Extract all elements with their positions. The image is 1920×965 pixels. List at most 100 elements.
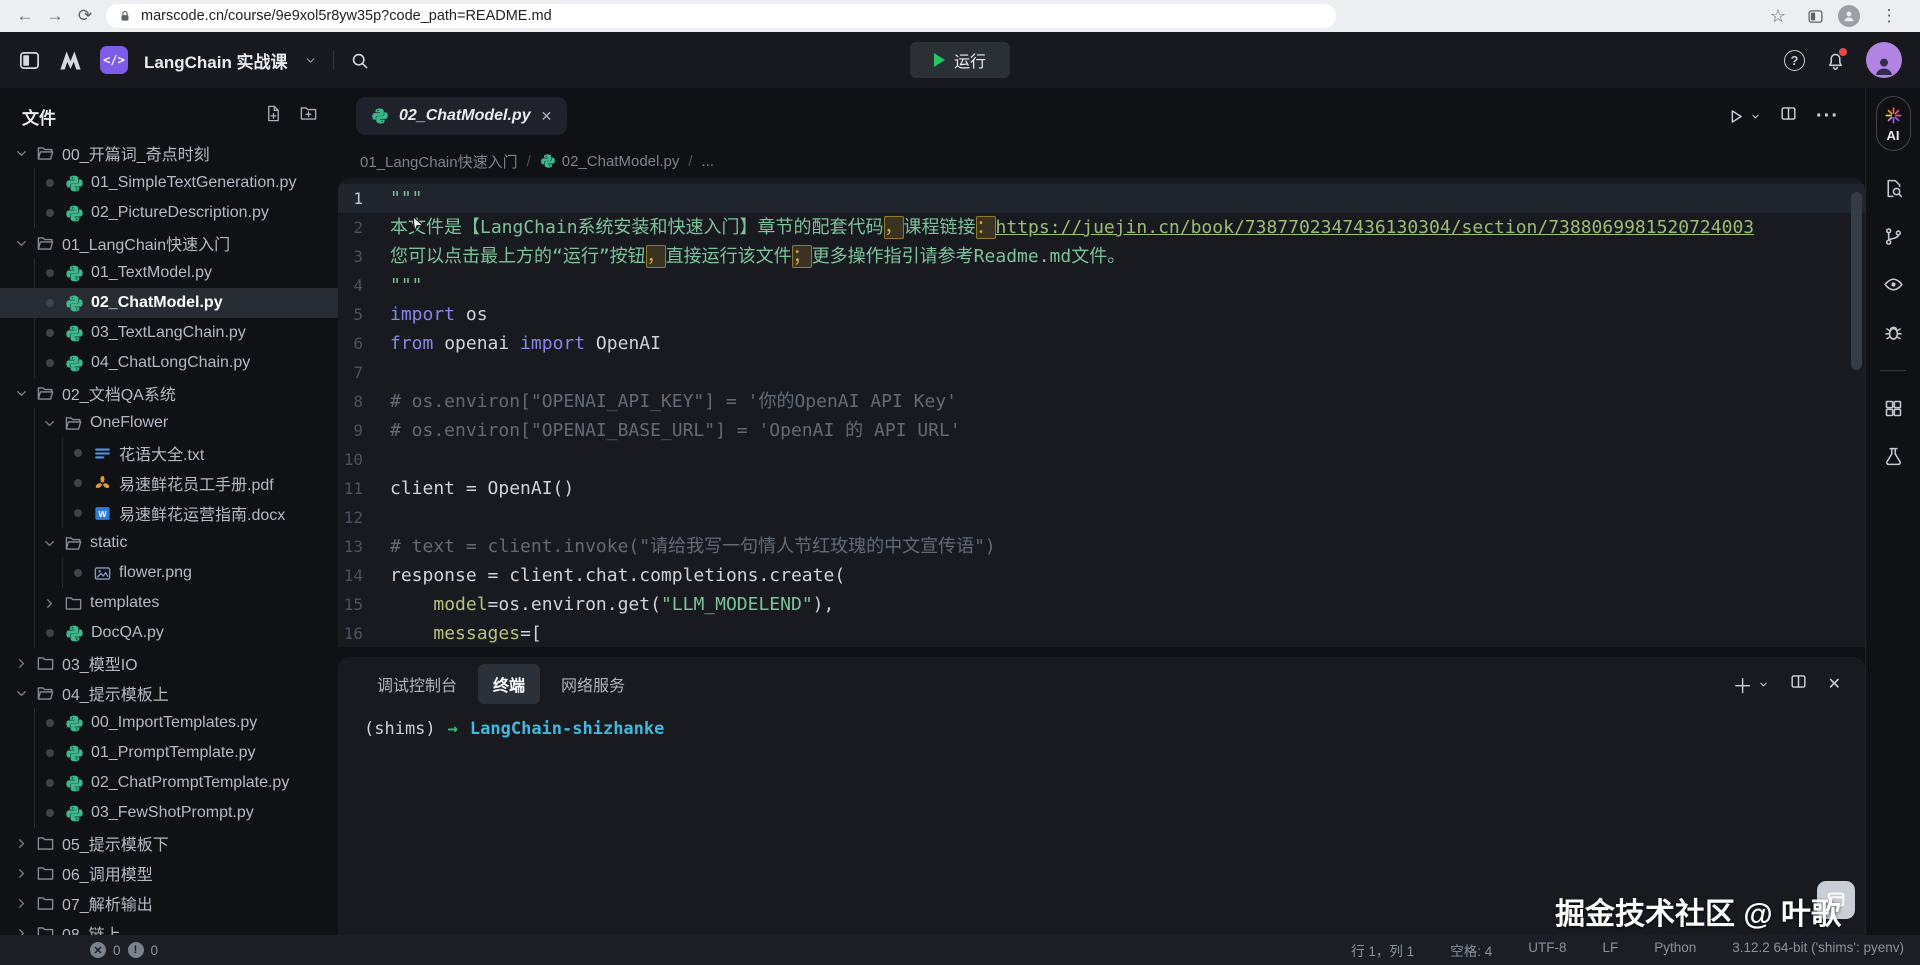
debug-bug-icon[interactable] [1883, 322, 1904, 343]
ai-assistant-button[interactable]: AI [1876, 96, 1911, 151]
split-panel-icon[interactable] [1789, 672, 1808, 696]
chevron-down-icon[interactable] [14, 236, 29, 251]
breadcrumb-item[interactable]: ... [702, 153, 715, 170]
chevron-down-icon[interactable] [42, 536, 57, 551]
git-branch-icon[interactable] [1883, 226, 1904, 247]
file-search-icon[interactable] [1883, 178, 1904, 199]
tree-file-row[interactable]: 02_ChatModel.py [0, 288, 338, 318]
code-line[interactable]: 12 [338, 503, 1865, 532]
status-item[interactable]: UTF-8 [1528, 940, 1566, 960]
tree-folder-row[interactable]: 06_调用模型 [0, 858, 338, 888]
tree-folder-row[interactable]: 02_文档QA系统 [0, 378, 338, 408]
tree-file-row[interactable]: 花语大全.txt [0, 438, 338, 468]
tree-file-row[interactable]: 04_ChatLongChain.py [0, 348, 338, 378]
code-line[interactable]: 15 model=os.environ.get("LLM_MODELEND"), [338, 590, 1865, 619]
tree-folder-row[interactable]: static [0, 528, 338, 558]
chevron-right-icon[interactable] [14, 836, 29, 851]
tab-close-icon[interactable]: ✕ [541, 108, 553, 125]
tree-folder-row[interactable]: 08_链上 [0, 918, 338, 935]
code-line[interactable]: 7 [338, 358, 1865, 387]
browser-profile-icon[interactable] [1838, 5, 1860, 27]
chevron-right-icon[interactable] [14, 656, 29, 671]
more-actions-icon[interactable]: ··· [1816, 105, 1839, 128]
browser-forward-icon[interactable]: → [40, 6, 70, 26]
chevron-right-icon[interactable] [14, 926, 29, 936]
browser-reload-icon[interactable]: ⟳ [70, 6, 100, 26]
user-avatar[interactable] [1866, 42, 1902, 78]
chevron-down-icon[interactable] [14, 686, 29, 701]
code-line[interactable]: 4""" [338, 271, 1865, 300]
panel-close-icon[interactable]: ✕ [1828, 674, 1841, 694]
code-line[interactable]: 9# os.environ["OPENAI_BASE_URL"] = 'Open… [338, 416, 1865, 445]
code-line[interactable]: 8# os.environ["OPENAI_API_KEY"] = '你的Ope… [338, 387, 1865, 416]
status-item[interactable]: Python [1654, 940, 1696, 960]
problems-indicator[interactable]: ✕ 0 ! 0 [90, 942, 158, 958]
code-editor[interactable]: 1"""2本文件是【LangChain系统安装和快速入门】章节的配套代码，课程链… [338, 178, 1865, 647]
preview-eye-icon[interactable] [1883, 274, 1904, 295]
side-panel-icon[interactable] [1807, 8, 1824, 25]
course-title[interactable]: LangChain 实战课 [144, 48, 288, 73]
terminal-dropdown-icon[interactable] [1758, 679, 1769, 690]
url-text[interactable]: marscode.cn/course/9e9xol5r8yw35p?code_p… [141, 8, 552, 24]
chevron-down-icon[interactable] [14, 146, 29, 161]
new-terminal-button[interactable]: ＋ [1733, 670, 1769, 699]
address-bar[interactable]: marscode.cn/course/9e9xol5r8yw35p?code_p… [106, 4, 1336, 28]
status-item[interactable]: 3.12.2 64-bit ('shims': pyenv) [1732, 940, 1904, 960]
notifications-bell-icon[interactable] [1825, 50, 1846, 71]
new-folder-icon[interactable] [299, 104, 318, 128]
chevron-right-icon[interactable] [42, 596, 57, 611]
tree-file-row[interactable]: 03_TextLangChain.py [0, 318, 338, 348]
tree-folder-row[interactable]: templates [0, 588, 338, 618]
tree-file-row[interactable]: 01_PromptTemplate.py [0, 738, 338, 768]
tree-file-row[interactable]: 易速鲜花运营指南.docx [0, 498, 338, 528]
new-file-icon[interactable] [264, 104, 283, 128]
course-chevron-icon[interactable] [304, 54, 317, 67]
panel-tab[interactable]: 网络服务 [546, 664, 640, 704]
chevron-down-icon[interactable] [14, 386, 29, 401]
breadcrumb-item[interactable]: 01_LangChain快速入门 [360, 151, 518, 172]
run-dropdown-icon[interactable] [1750, 111, 1761, 122]
tree-folder-row[interactable]: 01_LangChain快速入门 [0, 228, 338, 258]
tree-file-row[interactable]: 00_ImportTemplates.py [0, 708, 338, 738]
breadcrumb-item[interactable]: 02_ChatModel.py [540, 153, 680, 170]
code-line[interactable]: 5import os [338, 300, 1865, 329]
tree-folder-row[interactable]: OneFlower [0, 408, 338, 438]
browser-menu-icon[interactable]: ⋮ [1874, 6, 1904, 26]
editor-scrollbar[interactable] [1851, 192, 1862, 370]
tree-file-row[interactable]: 01_TextModel.py [0, 258, 338, 288]
help-icon[interactable]: ? [1784, 50, 1805, 71]
lab-flask-icon[interactable] [1883, 446, 1904, 467]
code-line[interactable]: 6from openai import OpenAI [338, 329, 1865, 358]
tree-file-row[interactable]: flower.png [0, 558, 338, 588]
bookmark-star-icon[interactable]: ☆ [1763, 6, 1793, 27]
browser-back-icon[interactable]: ← [10, 6, 40, 26]
status-item[interactable]: 行 1，列 1 [1351, 940, 1414, 960]
tree-folder-row[interactable]: 05_提示模板下 [0, 828, 338, 858]
sidebar-toggle-icon[interactable] [18, 49, 41, 72]
tree-file-row[interactable]: 02_ChatPromptTemplate.py [0, 768, 338, 798]
code-line[interactable]: 10 [338, 445, 1865, 474]
panel-tab[interactable]: 终端 [478, 664, 540, 704]
editor-tab[interactable]: 02_ChatModel.py ✕ [356, 97, 567, 135]
tree-file-row[interactable]: 03_FewShotPrompt.py [0, 798, 338, 828]
course-chip-icon[interactable]: </> [100, 46, 128, 74]
tree-file-row[interactable]: 02_PictureDescription.py [0, 198, 338, 228]
terminal-prompt[interactable]: (shims) → LangChain-shizhanke [338, 711, 1865, 739]
chevron-right-icon[interactable] [14, 896, 29, 911]
code-line[interactable]: 14response = client.chat.completions.cre… [338, 561, 1865, 590]
code-line[interactable]: 13# text = client.invoke("请给我写一句情人节红玫瑰的中… [338, 532, 1865, 561]
tree-folder-row[interactable]: 04_提示模板上 [0, 678, 338, 708]
status-item[interactable]: LF [1602, 940, 1618, 960]
tree-file-row[interactable]: 易速鲜花员工手册.pdf [0, 468, 338, 498]
code-line[interactable]: 11client = OpenAI() [338, 474, 1865, 503]
extensions-grid-icon[interactable] [1883, 398, 1904, 419]
marscode-logo-icon[interactable] [57, 47, 84, 74]
tree-file-row[interactable]: 01_SimpleTextGeneration.py [0, 168, 338, 198]
status-item[interactable]: 空格: 4 [1450, 940, 1492, 960]
run-button[interactable]: 运行 [910, 42, 1010, 78]
tree-file-row[interactable]: DocQA.py [0, 618, 338, 648]
code-line[interactable]: 3您可以点击最上方的“运行”按钮，直接运行该文件；更多操作指引请参考Readme… [338, 242, 1865, 271]
tree-folder-row[interactable]: 07_解析输出 [0, 888, 338, 918]
code-line[interactable]: 16 messages=[ [338, 619, 1865, 647]
panel-tab[interactable]: 调试控制台 [362, 664, 472, 704]
